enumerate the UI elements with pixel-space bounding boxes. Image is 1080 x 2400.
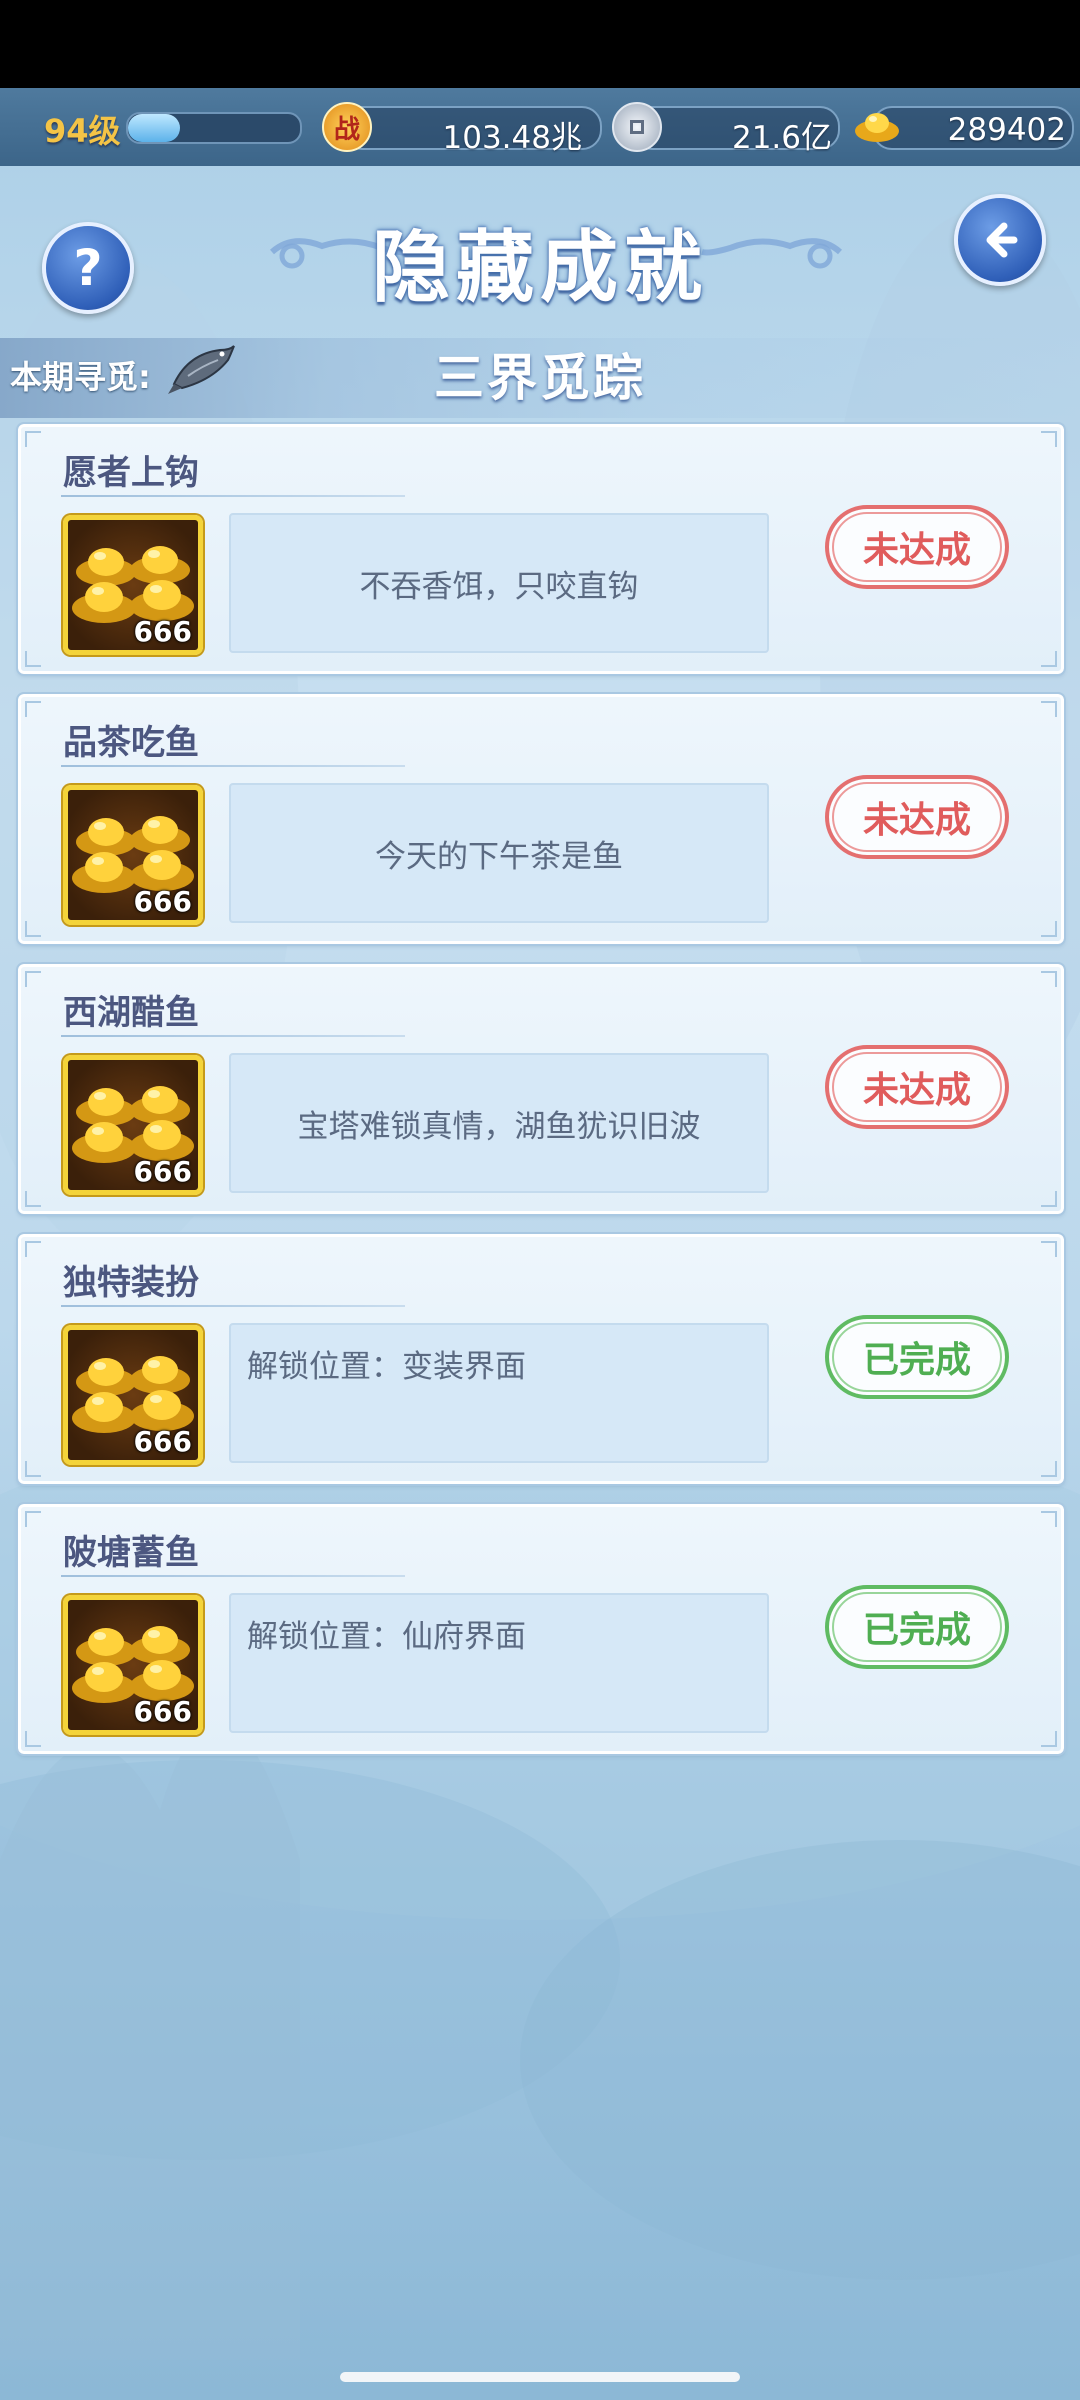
help-button[interactable]: ? xyxy=(42,222,134,314)
card-corner-ornament xyxy=(25,431,41,447)
achievement-status-label: 已完成 xyxy=(862,1610,971,1651)
page-title: 隐藏成就 xyxy=(371,223,708,313)
achievement-status-button[interactable]: 未达成 xyxy=(825,775,1009,859)
battle-power-icon-char: 战 xyxy=(333,114,360,145)
period-name: 三界觅踪 xyxy=(434,349,646,407)
card-corner-ornament xyxy=(1041,1461,1057,1477)
achievement-status-label: 未达成 xyxy=(862,1070,971,1111)
card-corner-ornament xyxy=(25,1511,41,1527)
card-corner-ornament xyxy=(25,1731,41,1747)
card-corner-ornament xyxy=(25,1191,41,1207)
battle-power-value: 103.48兆 xyxy=(442,120,582,156)
reward-ingot-icon[interactable]: 666 xyxy=(63,1595,203,1735)
card-corner-ornament xyxy=(1041,431,1057,447)
title-divider xyxy=(61,1575,405,1577)
card-corner-ornament xyxy=(25,971,41,987)
experience-fill xyxy=(128,114,180,142)
achievement-status-label: 未达成 xyxy=(862,530,971,571)
achievement-description: 解锁位置：变装界面 xyxy=(229,1323,769,1463)
achievement-description-text: 宝塔难锁真情，湖鱼犹识旧波 xyxy=(297,1108,701,1145)
gold-ingot-icon xyxy=(852,102,902,148)
back-button[interactable] xyxy=(954,194,1046,286)
achievement-description: 宝塔难锁真情，湖鱼犹识旧波 xyxy=(229,1053,769,1193)
achievement-status-button[interactable]: 已完成 xyxy=(825,1585,1009,1669)
achievement-title: 西湖醋鱼 xyxy=(63,993,199,1033)
card-corner-ornament xyxy=(25,651,41,667)
achievement-description-text: 今天的下午茶是鱼 xyxy=(375,838,623,875)
card-corner-ornament xyxy=(1041,1191,1057,1207)
achievement-status-button[interactable]: 未达成 xyxy=(825,505,1009,589)
reward-quantity: 666 xyxy=(133,885,192,918)
reward-ingot-icon[interactable]: 666 xyxy=(63,515,203,655)
card-corner-ornament xyxy=(25,1241,41,1257)
reward-quantity: 666 xyxy=(133,1155,192,1188)
achievement-description: 解锁位置：仙府界面 xyxy=(229,1593,769,1733)
experience-bar xyxy=(126,112,302,144)
player-level: 94级 xyxy=(44,112,121,150)
card-corner-ornament xyxy=(1041,651,1057,667)
resource-bar: 94级 战 103.48兆 21.6亿 289402 xyxy=(0,88,1080,166)
card-corner-ornament xyxy=(25,1461,41,1477)
battle-power-icon: 战 xyxy=(322,102,372,152)
back-arrow-icon xyxy=(986,222,1018,258)
ingot-resource: 289402 xyxy=(852,102,1074,150)
achievement-description-text: 解锁位置：仙府界面 xyxy=(247,1619,526,1655)
achievement-description: 今天的下午茶是鱼 xyxy=(229,783,769,923)
reward-quantity: 666 xyxy=(133,615,192,648)
reward-ingot-icon[interactable]: 666 xyxy=(63,1055,203,1195)
achievement-status-label: 已完成 xyxy=(862,1340,971,1381)
achievement-description-text: 解锁位置：变装界面 xyxy=(247,1349,526,1385)
achievement-status-label: 未达成 xyxy=(862,800,971,841)
reward-quantity: 666 xyxy=(133,1425,192,1458)
title-divider xyxy=(61,1035,405,1037)
reward-ingot-icon[interactable]: 666 xyxy=(63,1325,203,1465)
card-corner-ornament xyxy=(1041,921,1057,937)
achievement-description-text: 不吞香饵，只咬直钩 xyxy=(359,568,639,605)
achievement-title: 陂塘蓄鱼 xyxy=(63,1533,199,1573)
silver-coin-icon xyxy=(612,102,662,152)
title-divider xyxy=(61,495,405,497)
gold-ingot-value: 289402 xyxy=(947,112,1066,148)
achievement-card: 西湖醋鱼 666 宝塔难锁真情，湖鱼犹识旧波 未达成 xyxy=(16,962,1066,1216)
achievement-description: 不吞香饵，只咬直钩 xyxy=(229,513,769,653)
coin-resource: 21.6亿 xyxy=(612,102,840,156)
title-divider xyxy=(61,765,405,767)
achievement-card: 陂塘蓄鱼 666 解锁位置：仙府界面 已完成 xyxy=(16,1502,1066,1756)
card-corner-ornament xyxy=(1041,971,1057,987)
card-corner-ornament xyxy=(1041,1731,1057,1747)
achievement-card: 愿者上钩 666 不吞香饵，只咬直钩 未达成 xyxy=(16,422,1066,676)
card-corner-ornament xyxy=(1041,701,1057,717)
card-corner-ornament xyxy=(1041,1511,1057,1527)
achievement-card: 品茶吃鱼 666 今天的下午茶是鱼 未达成 xyxy=(16,692,1066,946)
card-corner-ornament xyxy=(25,701,41,717)
question-mark-icon: ? xyxy=(73,239,103,297)
reward-ingot-icon[interactable]: 666 xyxy=(63,785,203,925)
card-corner-ornament xyxy=(1041,1241,1057,1257)
reward-quantity: 666 xyxy=(133,1695,192,1728)
title-divider xyxy=(61,1305,405,1307)
achievement-card: 独特装扮 666 解锁位置：变装界面 已完成 xyxy=(16,1232,1066,1486)
home-indicator[interactable] xyxy=(340,2372,740,2382)
achievement-status-button[interactable]: 未达成 xyxy=(825,1045,1009,1129)
achievement-title: 愿者上钩 xyxy=(63,453,199,493)
silver-coin-value: 21.6亿 xyxy=(731,120,832,156)
system-status-bar xyxy=(0,0,1080,88)
achievement-title: 独特装扮 xyxy=(63,1263,199,1303)
card-corner-ornament xyxy=(25,921,41,937)
achievement-title: 品茶吃鱼 xyxy=(63,723,199,763)
achievement-status-button[interactable]: 已完成 xyxy=(825,1315,1009,1399)
power-resource: 战 103.48兆 xyxy=(322,102,602,156)
